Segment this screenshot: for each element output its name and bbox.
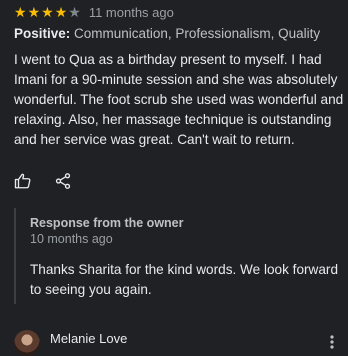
reviewer-name[interactable]: Melanie Love <box>50 331 127 346</box>
review-time: 11 months ago <box>88 4 174 20</box>
review-actions <box>14 172 72 190</box>
response-time: 10 months ago <box>30 232 113 246</box>
response-text: Thanks Sharita for the kind words. We lo… <box>30 262 339 297</box>
thumbs-up-icon[interactable] <box>14 172 32 190</box>
star-empty-icon: ★ <box>68 4 81 20</box>
review-meta: ★ ★ ★ ★ ★ 11 months ago <box>14 4 174 20</box>
avatar[interactable] <box>14 330 40 356</box>
star-icon: ★ <box>27 4 41 20</box>
share-icon[interactable] <box>54 172 72 190</box>
positive-attributes: Positive: Communication, Professionalism… <box>14 26 320 41</box>
star-icon: ★ <box>14 4 27 20</box>
review-text: I went to Qua as a birthday present to m… <box>14 52 344 147</box>
positive-label: Positive: <box>14 26 71 41</box>
response-title: Response from the owner <box>30 216 184 230</box>
positive-items: Communication, Professionalism, Quality <box>74 26 321 41</box>
star-icon: ★ <box>54 4 68 20</box>
owner-response: Response from the owner 10 months ago Th… <box>14 208 338 304</box>
more-vert-icon[interactable] <box>330 335 334 349</box>
star-rating: ★ ★ ★ ★ ★ <box>14 5 81 19</box>
next-review-header: Melanie Love <box>14 326 340 356</box>
star-icon: ★ <box>41 4 54 20</box>
